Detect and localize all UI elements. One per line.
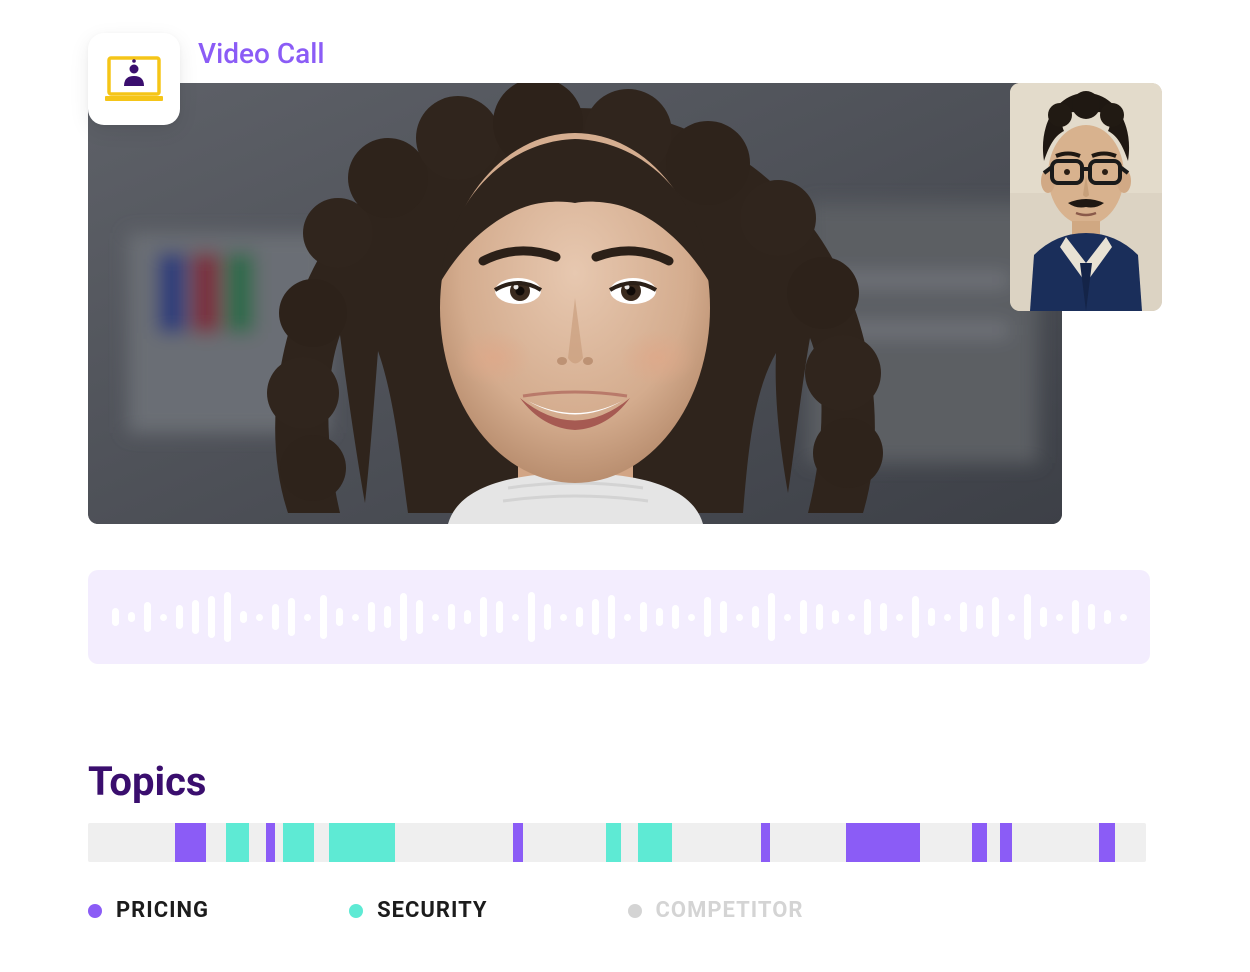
waveform-bar [736,614,743,621]
waveform-bar [976,605,983,629]
topic-segment[interactable] [266,823,276,862]
legend-item[interactable]: PRICING [88,898,209,923]
app-icon [88,33,180,125]
waveform-bar [592,599,599,635]
topic-segment[interactable] [283,823,315,862]
main-participant-video[interactable] [88,83,1062,524]
waveform-bar [960,602,967,632]
waveform-bar [480,597,487,637]
topics-timeline[interactable] [88,823,1146,862]
waveform-bar [944,614,951,621]
legend-dot [88,904,102,918]
waveform-bar [224,592,231,642]
waveform-bar [400,593,407,641]
waveform-bar [832,610,839,624]
waveform-bar [992,597,999,637]
waveform-bar [432,614,439,621]
topic-segment[interactable] [513,823,523,862]
waveform-bar [320,595,327,639]
topic-segment[interactable] [226,823,249,862]
waveform-bar [848,614,855,621]
waveform-bar [656,608,663,626]
waveform-bar [352,614,359,621]
waveform-bar [752,606,759,628]
waveform-bar [1024,594,1031,640]
topic-segment[interactable] [329,823,395,862]
waveform-bar [384,606,391,628]
waveform-bar [208,596,215,638]
waveform-bar [176,605,183,629]
waveform-bar [896,614,903,621]
legend-item[interactable]: SECURITY [349,898,487,923]
waveform-bar [880,603,887,631]
waveform-bar [912,596,919,638]
waveform-bar [784,614,791,621]
waveform-bar [1040,607,1047,627]
topic-segment[interactable] [846,823,920,862]
waveform-bar [1008,614,1015,621]
waveform-bar [640,602,647,632]
waveform-bar [1088,604,1095,630]
waveform-bar [688,614,695,621]
waveform-bar [1056,614,1063,621]
video-call-area [88,83,1162,524]
waveform-bar [560,614,567,621]
topic-segment[interactable] [761,823,771,862]
legend-dot [628,904,642,918]
waveform-bar [112,608,119,626]
waveform-bar [720,601,727,633]
waveform-bar [1072,600,1079,634]
waveform-bar [256,614,263,621]
waveform-bar [144,602,151,632]
waveform-bar [448,604,455,630]
topic-segment[interactable] [1000,823,1012,862]
waveform-bar [128,612,135,622]
waveform-bar [496,601,503,633]
waveform-bar [192,600,199,634]
waveform-bar [544,604,551,630]
waveform-bar [368,602,375,632]
legend-label: PRICING [116,898,209,923]
waveform-bar [240,611,247,623]
waveform-bar [624,614,631,621]
waveform-bar [528,592,535,642]
waveform-bar [464,610,471,624]
legend-item[interactable]: COMPETITOR [628,898,804,923]
waveform-bar [608,595,615,639]
legend-label: SECURITY [377,898,487,923]
topic-segment[interactable] [606,823,621,862]
waveform-bar [704,597,711,637]
waveform-bar [768,593,775,641]
topic-segment[interactable] [1099,823,1115,862]
topics-legend: PRICING SECURITY COMPETITOR [88,898,1162,923]
waveform-bar [864,599,871,635]
waveform-bar [336,608,343,626]
topic-segment[interactable] [638,823,672,862]
waveform-bar [272,604,279,630]
waveform-bar [672,605,679,629]
waveform-bar [288,598,295,636]
legend-label: COMPETITOR [656,898,804,923]
video-call-icon [105,54,163,104]
waveform-bar [576,607,583,627]
waveform-bar [512,614,519,621]
waveform-bar [1104,610,1111,624]
waveform-bar [816,604,823,630]
waveform-bar [800,600,807,634]
topic-segment[interactable] [972,823,987,862]
waveform-bar [304,614,311,621]
waveform-bar [416,600,423,634]
waveform-bar [1120,614,1127,621]
waveform-bar [928,608,935,626]
audio-waveform[interactable] [88,570,1150,664]
page-title: Video Call [198,37,324,70]
legend-dot [349,904,363,918]
waveform-bar [160,614,167,621]
topic-segment[interactable] [175,823,207,862]
topics-heading: Topics [88,758,1162,805]
